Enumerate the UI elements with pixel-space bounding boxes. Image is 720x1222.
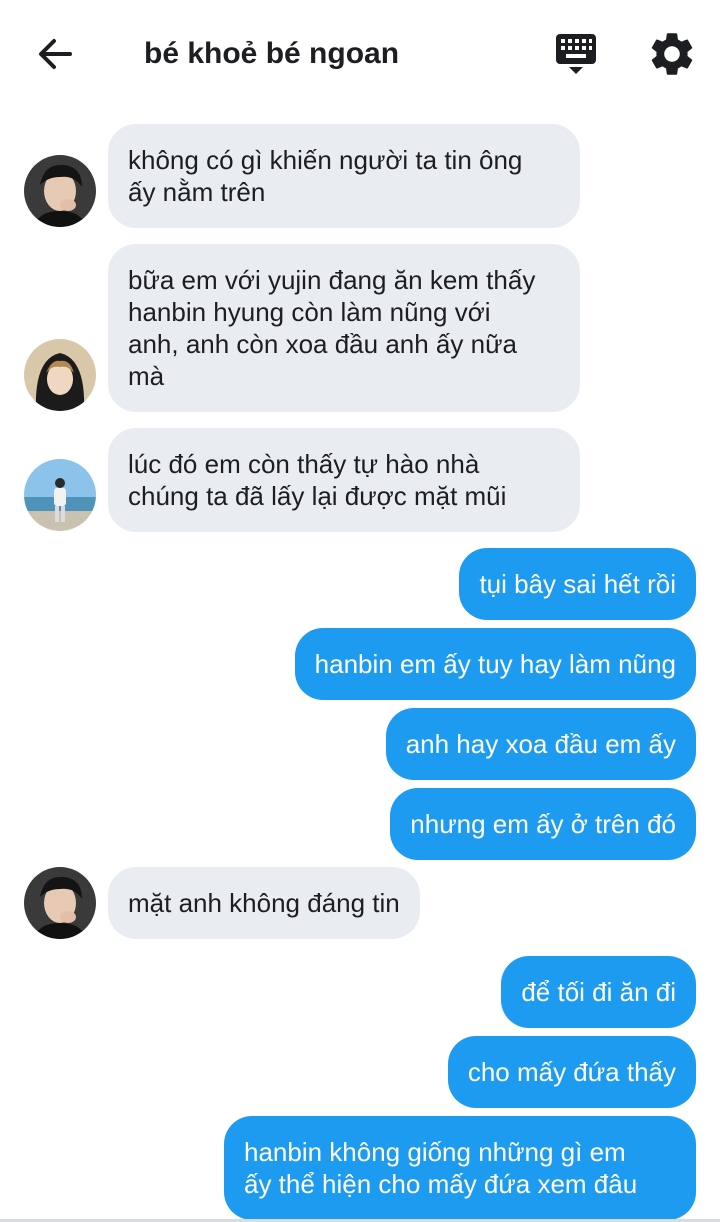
chat-header: bé khoẻ bé ngoan [0, 0, 720, 108]
message-bubble-sent[interactable]: hanbin em ấy tuy hay làm nũng [294, 628, 696, 700]
keyboard-button[interactable] [552, 30, 600, 78]
message-thread[interactable]: không có gì khiến người ta tin ông ấy nằ… [0, 108, 720, 1222]
message-bubble-sent[interactable]: nhưng em ấy ở trên đó [390, 788, 696, 860]
message-bubble-received[interactable]: lúc đó em còn thấy tự hào nhà chúng ta đ… [108, 428, 580, 532]
message-bubble-sent[interactable]: hanbin không giống những gì em ấy thể hi… [224, 1116, 696, 1220]
message-bubble-sent[interactable]: cho mấy đứa thấy [447, 1036, 696, 1108]
gear-icon [651, 33, 693, 75]
message-bubble-sent[interactable]: tụi bây sai hết rồi [459, 548, 696, 620]
message-bubble-received[interactable]: bữa em với yujin đang ăn kem thấy hanbin… [108, 244, 580, 412]
avatar[interactable] [24, 459, 96, 531]
avatar[interactable] [24, 867, 96, 939]
avatar-photo-icon [24, 459, 96, 531]
message-bubble-sent[interactable]: anh hay xoa đầu em ấy [385, 708, 696, 780]
message-bubble-sent[interactable]: để tối đi ăn đi [501, 956, 696, 1028]
avatar-photo-icon [24, 867, 96, 939]
message-bubble-received[interactable]: không có gì khiến người ta tin ông ấy nằ… [108, 124, 580, 228]
message-bubble-received[interactable]: mặt anh không đáng tin [108, 867, 420, 939]
keyboard-icon [556, 34, 596, 74]
avatar[interactable] [24, 155, 96, 227]
avatar-photo-icon [24, 155, 96, 227]
settings-button[interactable] [646, 28, 698, 80]
avatar-photo-icon [24, 339, 96, 411]
avatar[interactable] [24, 339, 96, 411]
back-button[interactable] [32, 32, 80, 76]
chat-title: bé khoẻ bé ngoan [144, 37, 400, 70]
arrow-left-icon [39, 39, 72, 69]
